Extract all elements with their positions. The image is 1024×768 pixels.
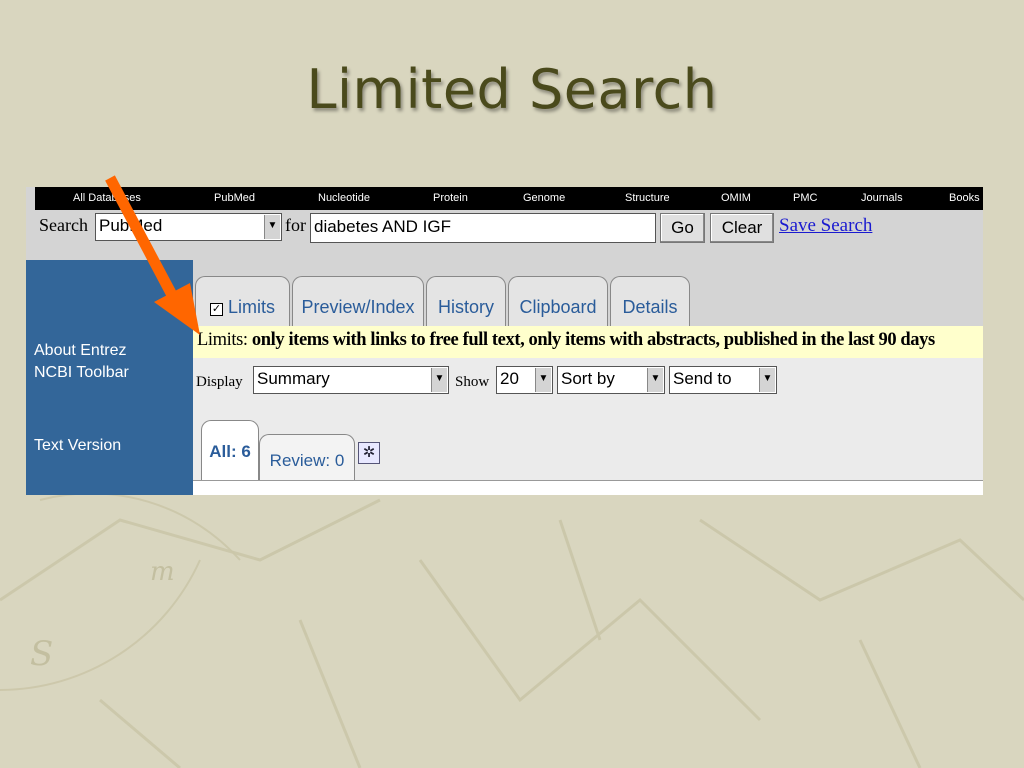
db-omim[interactable]: OMIM [721,192,751,204]
display-format-value: Summary [257,369,330,388]
dropdown-arrow-icon: ▼ [264,215,280,239]
db-pmc[interactable]: PMC [793,192,817,204]
db-pubmed[interactable]: PubMed [214,192,255,204]
send-to-value: Send to [673,369,732,388]
dropdown-arrow-icon: ▼ [759,368,775,392]
dropdown-arrow-icon: ▼ [647,368,663,392]
search-row: Search PubMed ▼ for diabetes AND IGF Go … [26,210,983,260]
display-format-select[interactable]: Summary ▼ [253,366,449,394]
for-label: for [285,215,306,235]
sort-by-select[interactable]: Sort by ▼ [557,366,665,394]
search-query: diabetes AND IGF [314,217,452,236]
limits-description: only items with links to free full text,… [251,330,935,350]
results-divider [193,480,983,495]
db-structure[interactable]: Structure [625,192,670,204]
db-genome[interactable]: Genome [523,192,565,204]
show-count-select[interactable]: 20 ▼ [496,366,553,394]
sidebar: About Entrez NCBI Toolbar Text Version [26,260,193,495]
sidebar-item-text-version[interactable]: Text Version [34,437,121,455]
db-protein[interactable]: Protein [433,192,468,204]
limits-text: Limits: only items with links to free fu… [197,330,935,351]
limits-bar: Limits: only items with links to free fu… [193,326,983,358]
go-button[interactable]: Go [660,213,705,243]
search-label: Search [39,215,88,235]
tab-all-results[interactable]: All: 6 [201,420,259,480]
search-input[interactable]: diabetes AND IGF [310,213,656,243]
db-books[interactable]: Books [949,192,980,204]
slide-title: Limited Search [306,58,718,121]
sort-by-value: Sort by [561,369,615,388]
db-journals[interactable]: Journals [861,192,903,204]
display-label: Display [196,374,243,390]
display-row: Display Summary ▼ Show 20 ▼ Sort by ▼ Se… [193,358,983,412]
tab-limits-label: Limits [228,297,276,317]
dropdown-arrow-icon: ▼ [535,368,551,392]
sidebar-item-ncbi-toolbar[interactable]: NCBI Toolbar [34,364,129,382]
svg-text:m: m [150,557,175,587]
show-label: Show [455,374,490,390]
limits-prefix: Limits: [197,330,248,350]
tab-history[interactable]: History [426,276,506,326]
tab-review-results[interactable]: Review: 0 [259,434,355,480]
tab-bar: ✓ Limits Preview/Index History Clipboard… [193,260,983,326]
db-all-databases[interactable]: All Databases [73,192,141,204]
svg-text:S: S [30,634,53,674]
tab-clipboard[interactable]: Clipboard [508,276,608,326]
tab-preview-index[interactable]: Preview/Index [292,276,424,326]
wrench-icon[interactable]: ✲ [358,442,380,464]
database-bar: All Databases PubMed Nucleotide Protein … [35,187,983,210]
database-select[interactable]: PubMed ▼ [95,213,282,241]
show-count-value: 20 [500,369,519,388]
sidebar-item-about-entrez[interactable]: About Entrez [34,342,127,360]
save-search-link[interactable]: Save Search [779,215,872,237]
db-nucleotide[interactable]: Nucleotide [318,192,370,204]
clear-button[interactable]: Clear [710,213,774,243]
pubmed-screenshot: All Databases PubMed Nucleotide Protein … [26,187,983,495]
checkbox-checked-icon[interactable]: ✓ [209,303,223,316]
dropdown-arrow-icon: ▼ [431,368,447,392]
results-area: All: 6 Review: 0 ✲ [193,412,983,495]
database-select-value: PubMed [99,216,163,235]
tab-details[interactable]: Details [610,276,690,326]
tab-limits[interactable]: ✓ Limits [195,276,290,326]
send-to-select[interactable]: Send to ▼ [669,366,777,394]
